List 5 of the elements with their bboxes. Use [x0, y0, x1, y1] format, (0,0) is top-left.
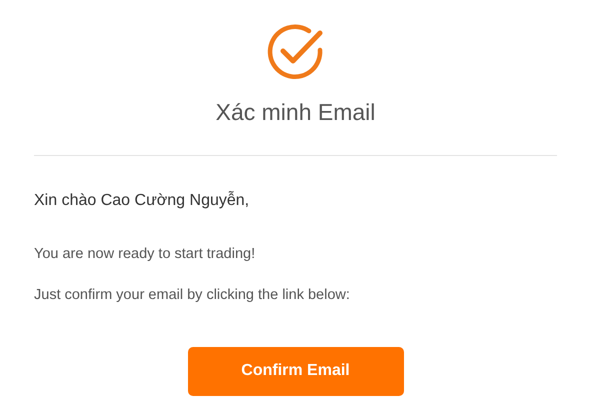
- greeting-text: Xin chào Cao Cường Nguyễn,: [34, 190, 250, 211]
- title: Xác minh Email: [216, 99, 376, 127]
- body-text: You are now ready to start trading!: [34, 245, 256, 264]
- body-text: Just confirm your email by clicking the link below:: [34, 286, 351, 305]
- confirm-email-button[interactable]: Confirm Email: [188, 346, 404, 396]
